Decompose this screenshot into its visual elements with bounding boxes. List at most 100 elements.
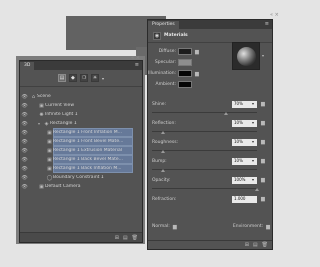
- slider-dropdown-icon[interactable]: ▾: [252, 158, 254, 164]
- material-preview-sphere[interactable]: ▾: [232, 42, 264, 70]
- properties-tabbar: Properties ≡: [148, 20, 272, 29]
- filter-dropdown-icon[interactable]: ▾: [102, 76, 104, 81]
- tree-row[interactable]: 👁 ✺ Infinite Light 1: [20, 110, 142, 119]
- tree-item-icon: ⌂: [31, 93, 36, 100]
- tree-row[interactable]: 👁 ▣ Rectangle 1 Front Bevel Mate...: [20, 137, 142, 146]
- scene-tree: 👁 ⌂ Scene 👁 ▣ Current View 👁 ✺ Infinite Light 1 👁…: [20, 87, 142, 191]
- panel-3d-bottombar: ⊞ ▤ 🗑: [20, 232, 142, 242]
- tree-row[interactable]: 👁 ▣ Current View: [20, 101, 142, 110]
- property-label: Opacity:: [152, 178, 171, 183]
- properties-delete-icon[interactable]: 🗑: [262, 242, 268, 248]
- panel-properties: Properties ≡ ◉ Materials Diffuse: ▆ Spec…: [147, 19, 273, 250]
- environment-label: Environment:: [232, 224, 264, 229]
- tree-row[interactable]: 👁 ▾ ◈ Rectangle 1: [20, 119, 142, 128]
- tree-row[interactable]: 👁 ▣ Rectangle 1 Back Bevel Mate...: [20, 155, 142, 164]
- property-label: Reflection:: [152, 121, 176, 126]
- tree-item-icon: ▣: [47, 165, 52, 172]
- properties-render-icon[interactable]: ▤: [253, 242, 258, 248]
- visibility-eye-icon[interactable]: 👁: [20, 130, 29, 136]
- visibility-eye-icon[interactable]: 👁: [20, 121, 29, 127]
- visibility-eye-icon[interactable]: 👁: [20, 112, 29, 118]
- filter-row: ▤ ◆ ❍ ☀ ▾: [20, 70, 142, 87]
- diffuse-label: Diffuse:: [158, 49, 176, 54]
- slider-thumb[interactable]: [160, 131, 165, 134]
- visibility-eye-icon[interactable]: 👁: [20, 157, 29, 163]
- illumination-color-swatch[interactable]: [178, 70, 192, 77]
- filter-lights-button[interactable]: ☀: [90, 74, 99, 82]
- tree-item-label: Boundary Constraint 1: [53, 175, 104, 180]
- slider-dropdown-icon[interactable]: ▾: [252, 177, 254, 183]
- render-icon[interactable]: ▤: [123, 235, 128, 241]
- slider-thumb[interactable]: [160, 169, 165, 172]
- ambient-row: Ambient:: [148, 80, 233, 89]
- texture-folder-icon[interactable]: ▆: [261, 158, 265, 165]
- visibility-eye-icon[interactable]: 👁: [20, 184, 29, 190]
- visibility-eye-icon[interactable]: 👁: [20, 139, 29, 145]
- material-picker-dropdown-icon[interactable]: ▾: [262, 53, 264, 58]
- tree-row[interactable]: 👁 ▣ Rectangle 1 Front Inflation M...: [20, 128, 142, 137]
- texture-folder-icon[interactable]: ▆: [261, 101, 265, 108]
- normal-folder-icon[interactable]: ▆: [173, 224, 177, 230]
- property-row: Opacity: 100% ▾ ▆: [148, 177, 272, 196]
- filter-whole-scene-button[interactable]: ▤: [57, 74, 66, 82]
- tree-item-label: Rectangle 1 Back Bevel Mate...: [53, 157, 123, 162]
- panel-menu-icon[interactable]: ≡: [135, 62, 139, 69]
- materials-icon: ◉: [153, 31, 161, 40]
- tab-3d[interactable]: 3D: [20, 62, 35, 70]
- specular-color-swatch[interactable]: [178, 59, 192, 66]
- tree-item-icon: ▣: [47, 138, 52, 145]
- property-label: Bump:: [152, 159, 167, 164]
- properties-menu-icon[interactable]: ≡: [265, 21, 269, 28]
- tree-row[interactable]: 👁 ◯ Boundary Constraint 1: [20, 173, 142, 182]
- tree-item-icon: ▣: [47, 129, 52, 136]
- slider-thumb[interactable]: [160, 150, 165, 153]
- property-row: Roughness: 10% ▾ ▆: [148, 139, 272, 158]
- visibility-eye-icon[interactable]: 👁: [20, 103, 29, 109]
- slider-thumb[interactable]: [223, 112, 228, 115]
- tree-item-icon: ▣: [47, 147, 52, 154]
- property-label: Refraction:: [152, 197, 177, 202]
- slider-track[interactable]: [152, 150, 257, 151]
- panel-3d-tabbar: 3D ≡: [20, 61, 142, 70]
- filter-materials-button[interactable]: ❍: [79, 74, 88, 82]
- illumination-texture-folder-icon[interactable]: ▆: [195, 71, 199, 77]
- tree-row[interactable]: 👁 ⌂ Scene: [20, 92, 142, 101]
- property-row: Reflection: 10% ▾ ▆: [148, 120, 272, 139]
- tree-item-label: Default Camera: [45, 184, 81, 189]
- visibility-eye-icon[interactable]: 👁: [20, 166, 29, 172]
- slider-dropdown-icon[interactable]: ▾: [252, 101, 254, 107]
- tab-properties[interactable]: Properties: [148, 21, 179, 29]
- filter-meshes-button[interactable]: ◆: [68, 74, 77, 82]
- visibility-eye-icon[interactable]: 👁: [20, 175, 29, 181]
- texture-folder-icon[interactable]: ▆: [261, 177, 265, 184]
- slider-track[interactable]: [152, 169, 257, 170]
- tree-item-icon: ▣: [47, 156, 52, 163]
- slider-dropdown-icon[interactable]: ▾: [252, 139, 254, 145]
- slider-track[interactable]: [152, 131, 257, 132]
- texture-folder-icon[interactable]: ▆: [261, 139, 265, 146]
- slider-track[interactable]: [152, 188, 257, 189]
- slider-track[interactable]: [152, 112, 257, 113]
- tree-item-icon: ◈: [44, 120, 49, 127]
- slider-dropdown-icon[interactable]: ▾: [252, 120, 254, 126]
- visibility-eye-icon[interactable]: 👁: [20, 148, 29, 154]
- diffuse-texture-folder-icon[interactable]: ▆: [195, 49, 199, 55]
- properties-window-controls[interactable]: « ×: [270, 12, 279, 18]
- tree-row[interactable]: 👁 ▣ Rectangle 1 Back Inflation M...: [20, 164, 142, 173]
- ambient-color-swatch[interactable]: [178, 81, 192, 88]
- new-object-icon[interactable]: ⊞: [115, 235, 119, 241]
- texture-folder-icon[interactable]: ▆: [261, 120, 265, 127]
- tree-item-icon: ▣: [39, 183, 44, 190]
- environment-folder-icon[interactable]: ▆: [266, 224, 270, 230]
- delete-icon[interactable]: 🗑: [132, 235, 138, 241]
- slider-thumb[interactable]: [255, 188, 259, 191]
- diffuse-color-swatch[interactable]: [178, 48, 192, 55]
- visibility-eye-icon[interactable]: 👁: [20, 94, 29, 100]
- normal-environment-row: Normal: ▆ Environment: ▆: [152, 222, 270, 231]
- tree-row[interactable]: 👁 ▣ Rectangle 1 Extrusion Material: [20, 146, 142, 155]
- texture-folder-icon[interactable]: ▆: [261, 196, 265, 203]
- properties-new-icon[interactable]: ⊞: [245, 242, 249, 248]
- property-value-input[interactable]: 1.000: [232, 196, 257, 203]
- diffuse-row: Diffuse: ▆: [148, 47, 233, 56]
- tree-row[interactable]: 👁 ▣ Default Camera: [20, 182, 142, 191]
